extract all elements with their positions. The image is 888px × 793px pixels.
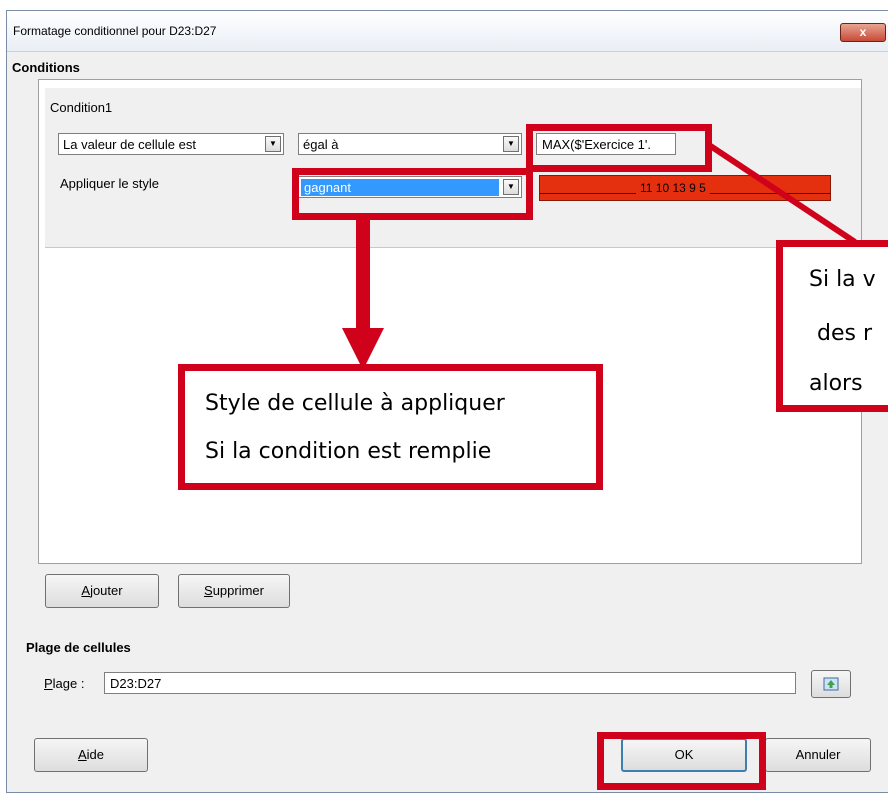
arrow-shaft — [356, 220, 370, 332]
style-callout: Style de cellule à appliquer Si la condi… — [178, 364, 603, 490]
formula-highlight-box — [526, 124, 712, 172]
right-callout-line-2: des r — [817, 321, 872, 346]
right-callout-line-3: alors — [809, 371, 863, 396]
pointer-line — [707, 142, 857, 245]
right-callout: Si la v des r alors — [776, 240, 888, 412]
style-callout-line-2: Si la condition est remplie — [205, 439, 492, 464]
ok-highlight-box — [597, 732, 766, 790]
style-callout-line-1: Style de cellule à appliquer — [205, 391, 505, 416]
right-callout-line-1: Si la v — [809, 267, 876, 292]
style-highlight-box — [292, 168, 533, 220]
